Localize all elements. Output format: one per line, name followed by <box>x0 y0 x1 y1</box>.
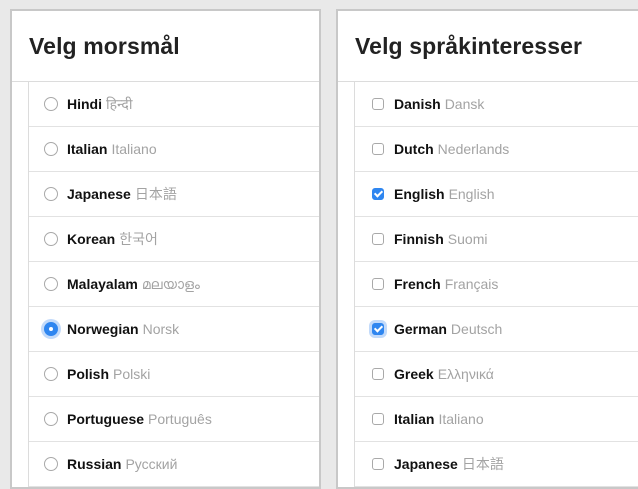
language-native-name: Suomi <box>447 231 488 247</box>
language-interest-option-english[interactable]: English English <box>355 172 638 217</box>
language-native-name: 한국어 <box>119 231 158 247</box>
language-native-name: Deutsch <box>450 321 503 337</box>
language-native-name: Polski <box>113 366 151 382</box>
language-interest-option-danish[interactable]: Danish Dansk <box>355 82 638 127</box>
language-native-name: Italiano <box>111 141 157 157</box>
radio-button[interactable] <box>44 277 58 291</box>
language-interest-option-german[interactable]: German Deutsch <box>355 307 638 352</box>
checkbox[interactable] <box>372 188 384 200</box>
radio-button[interactable] <box>44 97 58 111</box>
language-name: French <box>394 276 441 292</box>
language-name: Polish <box>67 366 110 382</box>
language-native-name: Italiano <box>438 411 484 427</box>
language-name: Japanese <box>394 456 458 472</box>
radio-button[interactable] <box>44 232 58 246</box>
language-name: Italian <box>67 141 108 157</box>
checkbox[interactable] <box>372 458 384 470</box>
language-interest-option-french[interactable]: French Français <box>355 262 638 307</box>
language-name: English <box>394 186 445 202</box>
language-name: Norwegian <box>67 321 139 337</box>
language-name: Hindi <box>67 96 102 112</box>
language-name: Italian <box>394 411 435 427</box>
radio-button[interactable] <box>44 142 58 156</box>
checkbox[interactable] <box>372 98 384 110</box>
language-name: Russian <box>67 456 122 472</box>
language-native-name: മലയാളം <box>141 275 200 292</box>
language-native-name: Nederlands <box>437 141 510 157</box>
mother-tongue-option-portuguese[interactable]: Portuguese Português <box>29 397 319 442</box>
language-name: German <box>394 321 447 337</box>
language-name: Malayalam <box>67 276 138 292</box>
language-name: Korean <box>67 231 116 247</box>
language-name: Finnish <box>394 231 444 247</box>
checkbox[interactable] <box>372 323 384 335</box>
radio-button[interactable] <box>44 187 58 201</box>
mother-tongue-title: Velg morsmål <box>12 11 319 82</box>
language-name: Japanese <box>67 186 131 202</box>
language-name: Dutch <box>394 141 434 157</box>
mother-tongue-panel: Velg morsmål Hindi हिन्दी Italian Italiano J… <box>10 9 321 489</box>
language-interest-option-greek[interactable]: Greek Ελληνικά <box>355 352 638 397</box>
language-name: Portuguese <box>67 411 145 427</box>
language-interest-option-italian[interactable]: Italian Italiano <box>355 397 638 442</box>
language-name: Danish <box>394 96 441 112</box>
checkbox[interactable] <box>372 143 384 155</box>
language-interests-panel: Velg språkinteresser Danish Dansk Dutch Ned… <box>336 9 638 489</box>
language-native-name: Português <box>148 411 212 427</box>
language-native-name: Русский <box>125 456 178 472</box>
language-native-name: 日本語 <box>461 456 504 472</box>
radio-button[interactable] <box>44 367 58 381</box>
checkbox[interactable] <box>372 233 384 245</box>
checkbox[interactable] <box>372 413 384 425</box>
mother-tongue-option-japanese[interactable]: Japanese 日本語 <box>29 172 319 217</box>
language-native-name: Français <box>444 276 499 292</box>
radio-button[interactable] <box>44 457 58 471</box>
language-native-name: Norsk <box>142 321 180 337</box>
language-interest-option-japanese[interactable]: Japanese 日本語 <box>355 442 638 487</box>
mother-tongue-option-korean[interactable]: Korean 한국어 <box>29 217 319 262</box>
language-native-name: 日本語 <box>134 186 177 202</box>
language-interests-title: Velg språkinteresser <box>338 11 638 82</box>
mother-tongue-list: Hindi हिन्दी Italian Italiano Japanese 日本語 Kor… <box>28 82 319 487</box>
language-native-name: हिन्दी <box>106 95 133 112</box>
radio-button[interactable] <box>44 322 58 336</box>
radio-button[interactable] <box>44 412 58 426</box>
mother-tongue-option-hindi[interactable]: Hindi हिन्दी <box>29 82 319 127</box>
mother-tongue-option-russian[interactable]: Russian Русский <box>29 442 319 487</box>
mother-tongue-option-italian[interactable]: Italian Italiano <box>29 127 319 172</box>
language-interest-option-finnish[interactable]: Finnish Suomi <box>355 217 638 262</box>
language-native-name: Dansk <box>444 96 485 112</box>
language-native-name: English <box>448 186 495 202</box>
checkbox[interactable] <box>372 278 384 290</box>
mother-tongue-option-norwegian[interactable]: Norwegian Norsk <box>29 307 319 352</box>
language-interests-list: Danish Dansk Dutch Nederlands English English… <box>354 82 638 487</box>
mother-tongue-option-polish[interactable]: Polish Polski <box>29 352 319 397</box>
mother-tongue-option-malayalam[interactable]: Malayalam മലയാളം <box>29 262 319 307</box>
checkbox[interactable] <box>372 368 384 380</box>
language-interest-option-dutch[interactable]: Dutch Nederlands <box>355 127 638 172</box>
language-name: Greek <box>394 366 434 382</box>
language-native-name: Ελληνικά <box>437 366 494 382</box>
